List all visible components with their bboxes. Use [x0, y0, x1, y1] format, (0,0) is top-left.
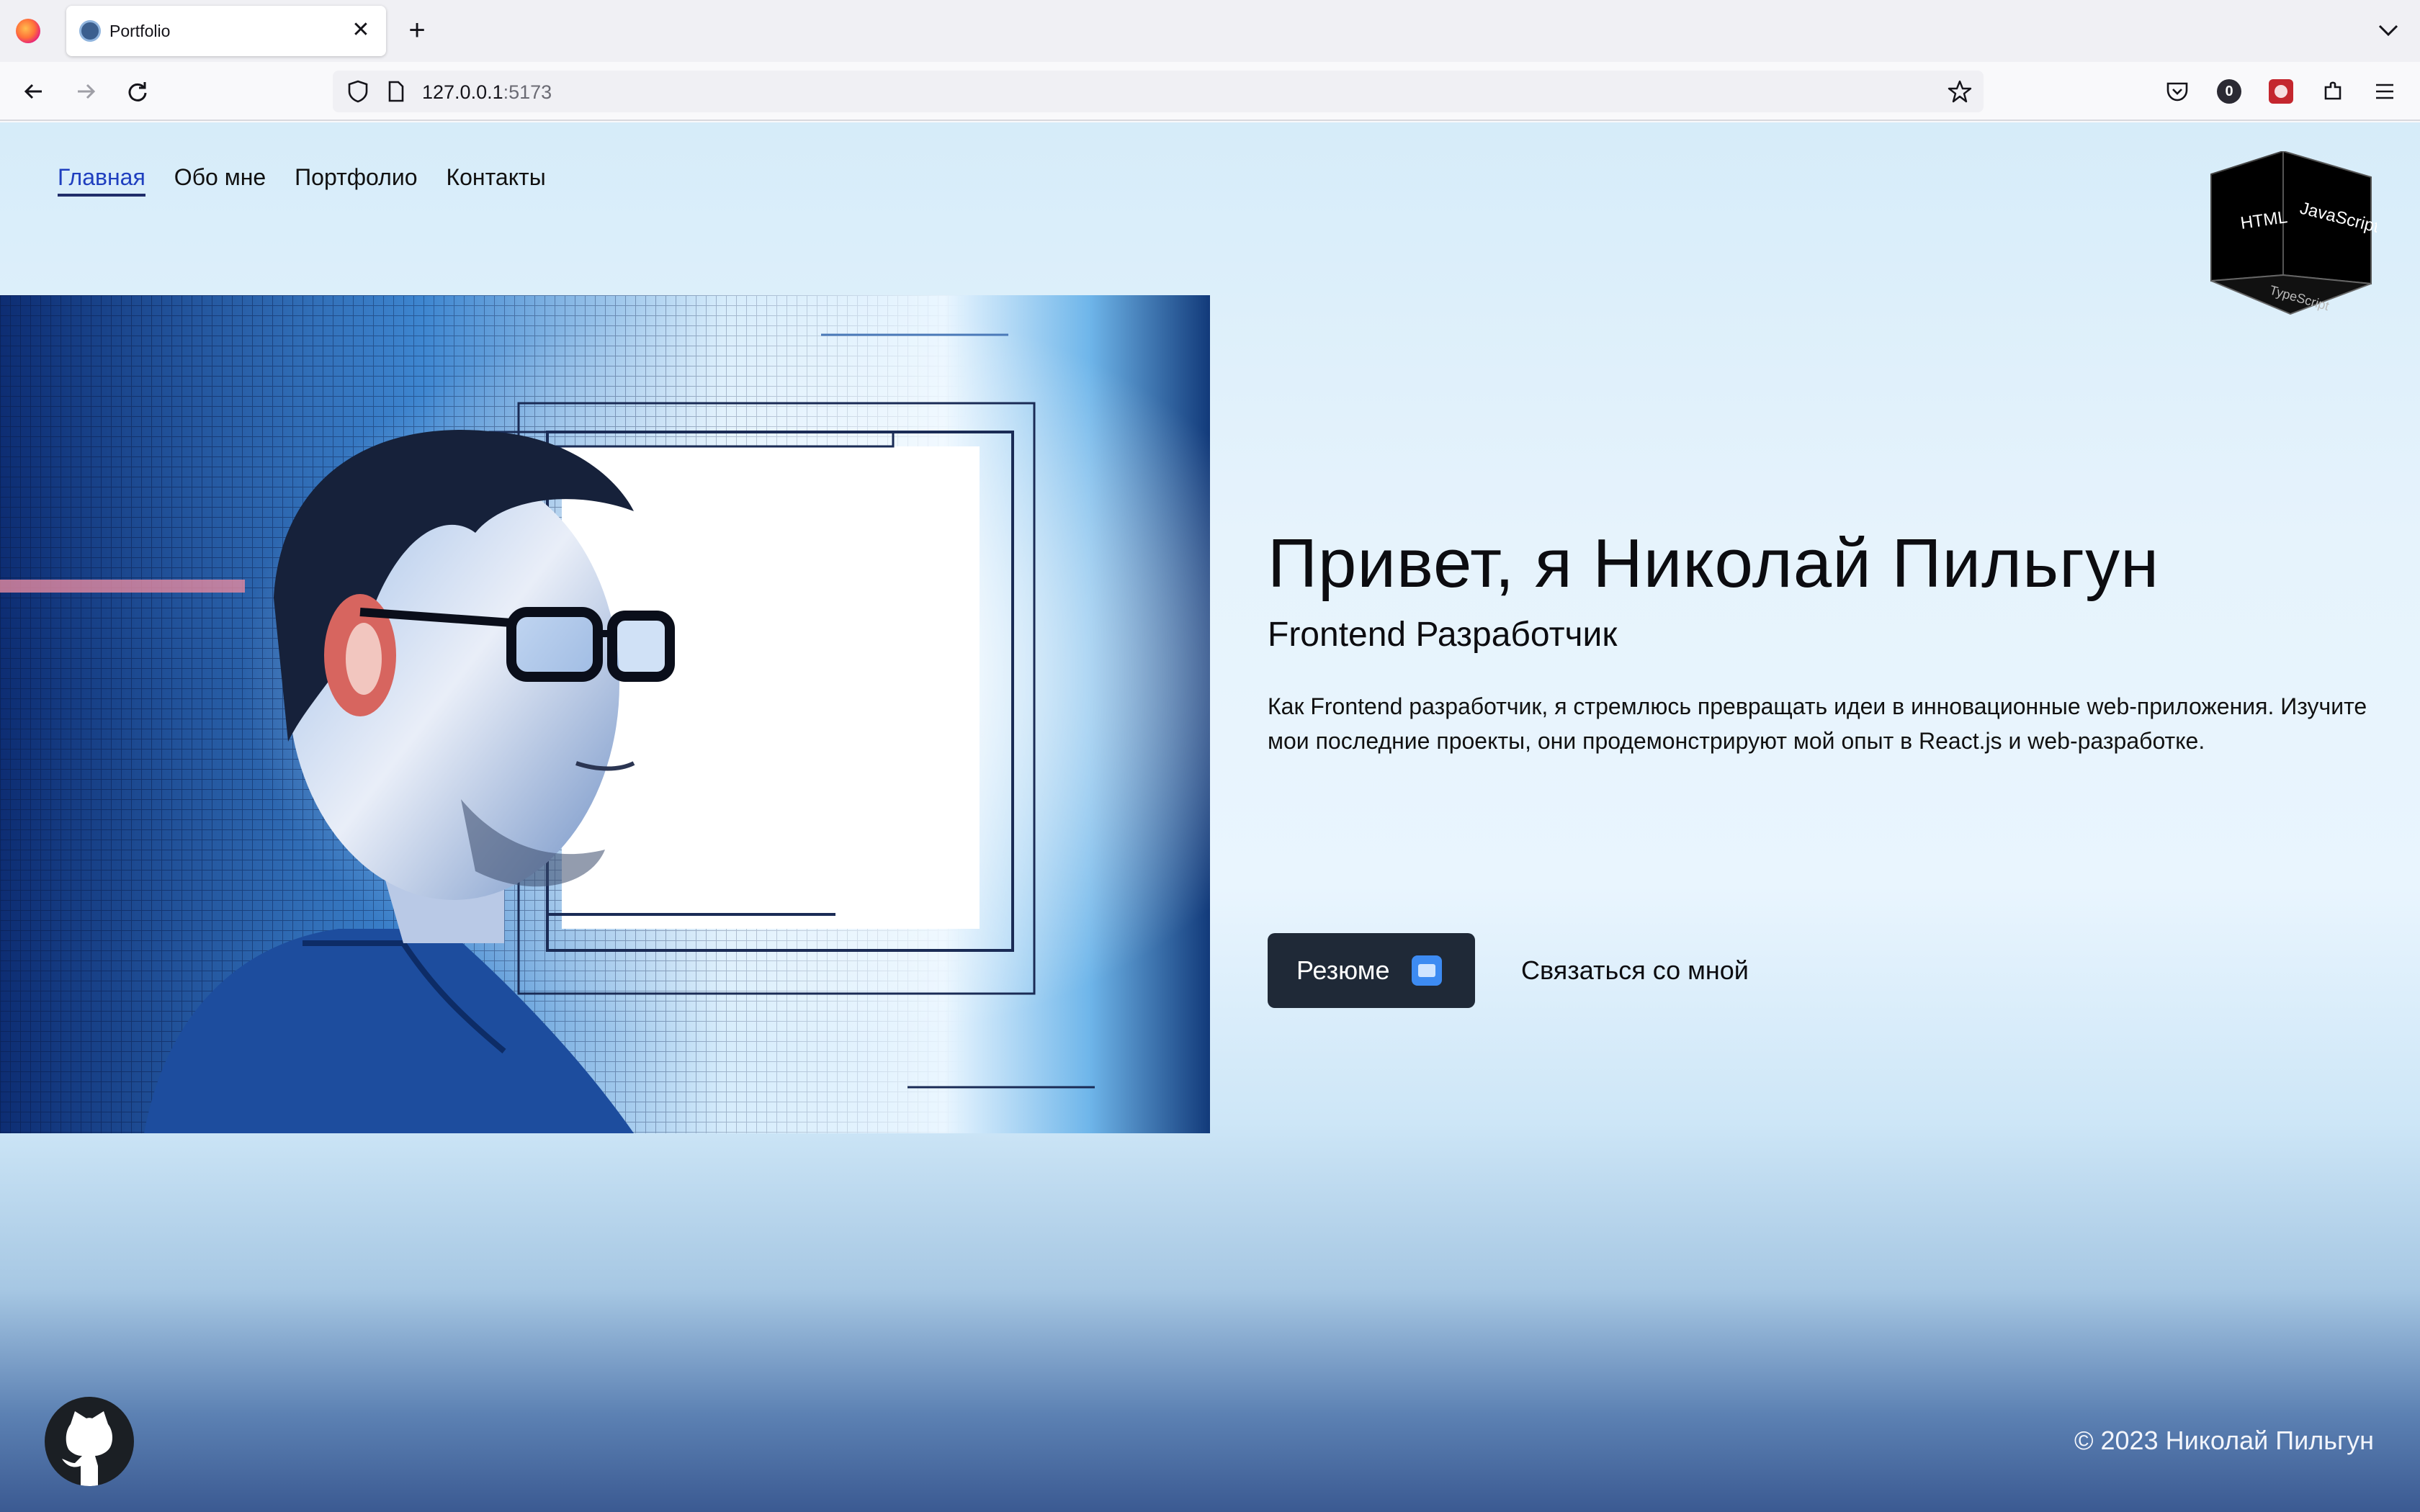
- extensions-puzzle-icon[interactable]: [2315, 73, 2351, 109]
- url-port: :5173: [503, 81, 552, 103]
- page-icon[interactable]: [383, 78, 409, 105]
- hero-portrait-illustration: [0, 295, 1210, 1133]
- url-text[interactable]: 127.0.0.1:5173: [422, 81, 552, 104]
- forward-arrow-icon[interactable]: [68, 73, 104, 109]
- tab-portfolio[interactable]: Portfolio ✕: [66, 6, 386, 56]
- bookmark-star-icon[interactable]: [1945, 76, 1975, 107]
- tab-title: Portfolio: [109, 22, 171, 40]
- shield-icon[interactable]: [343, 76, 373, 107]
- portfolio-page: Главная Обо мне Портфолио Контакты HTML …: [0, 122, 2420, 1512]
- site-navigation: Главная Обо мне Портфолио Контакты: [58, 164, 546, 197]
- pocket-icon[interactable]: [2159, 73, 2195, 109]
- footer-copyright: © 2023 Николай Пильгун: [2074, 1426, 2374, 1455]
- hero-actions: Резюме Связаться со мной: [1268, 933, 1749, 1008]
- reload-icon[interactable]: [120, 73, 156, 109]
- nav-link-contacts[interactable]: Контакты: [446, 164, 545, 197]
- hero-text-block: Привет, я Николай Пильгун Frontend Разра…: [1268, 525, 2391, 1008]
- new-tab-button[interactable]: +: [400, 14, 434, 48]
- nav-link-home[interactable]: Главная: [58, 164, 145, 197]
- firefox-logo-icon[interactable]: [16, 19, 40, 43]
- tab-close-icon[interactable]: ✕: [347, 16, 375, 45]
- browser-toolbar: 127.0.0.1:5173 0: [0, 62, 2420, 121]
- resume-button-label: Резюме: [1296, 955, 1390, 985]
- menu-icon[interactable]: [2367, 73, 2403, 109]
- nav-link-about[interactable]: Обо мне: [174, 164, 266, 197]
- url-host: 127.0.0.1: [422, 81, 503, 103]
- tab-list-chevron-icon[interactable]: [2374, 16, 2403, 45]
- extension-badge-count: 0: [2217, 79, 2241, 104]
- github-icon[interactable]: [45, 1397, 134, 1486]
- contact-me-button[interactable]: Связаться со мной: [1521, 955, 1749, 986]
- resume-button[interactable]: Резюме: [1268, 933, 1475, 1008]
- hero-description: Как Frontend разработчик, я стремлюсь пр…: [1268, 693, 2367, 754]
- nav-link-portfolio[interactable]: Портфолио: [295, 164, 417, 197]
- browser-tab-strip: Portfolio ✕ +: [0, 0, 2420, 62]
- extension-badge-icon[interactable]: 0: [2211, 73, 2247, 109]
- hero-subtitle: Frontend Разработчик: [1268, 615, 1618, 654]
- back-arrow-icon[interactable]: [16, 73, 52, 109]
- folder-icon: [1411, 955, 1442, 986]
- tab-favicon-icon: [79, 20, 101, 42]
- tech-cube: HTML JavaScript TypeScript: [2210, 151, 2377, 315]
- hero-title: Привет, я Николай Пильгун: [1268, 525, 2160, 602]
- extension-red-icon[interactable]: [2263, 73, 2299, 109]
- url-bar[interactable]: 127.0.0.1:5173: [333, 71, 1984, 112]
